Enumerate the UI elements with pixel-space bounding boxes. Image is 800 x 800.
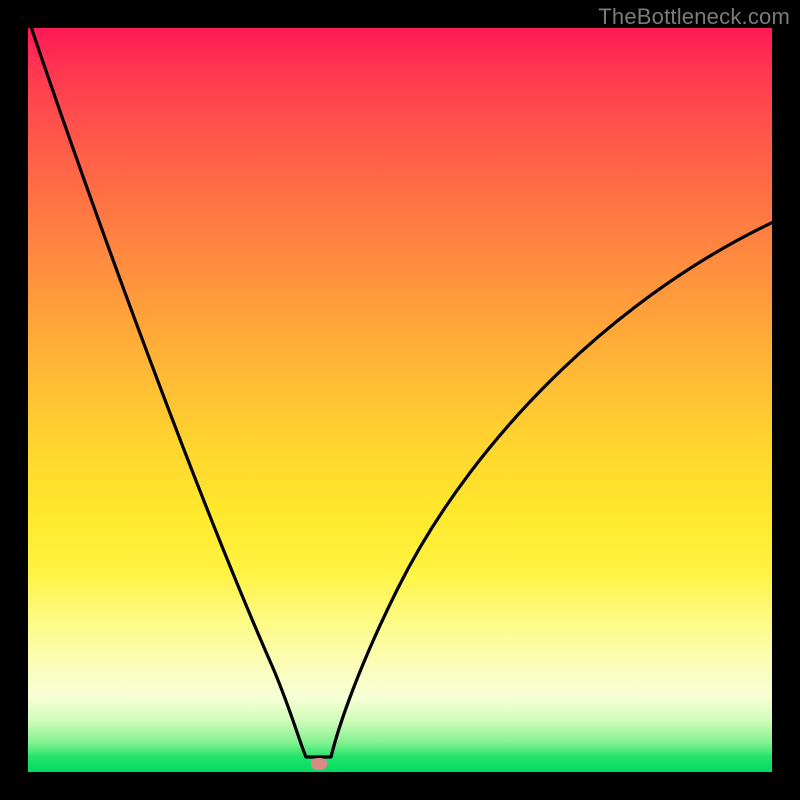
minimum-marker xyxy=(311,758,327,770)
chart-frame: TheBottleneck.com xyxy=(0,0,800,800)
curve-path xyxy=(28,28,772,757)
plot-area xyxy=(28,28,772,772)
watermark-text: TheBottleneck.com xyxy=(598,4,790,30)
bottleneck-curve xyxy=(28,28,772,772)
